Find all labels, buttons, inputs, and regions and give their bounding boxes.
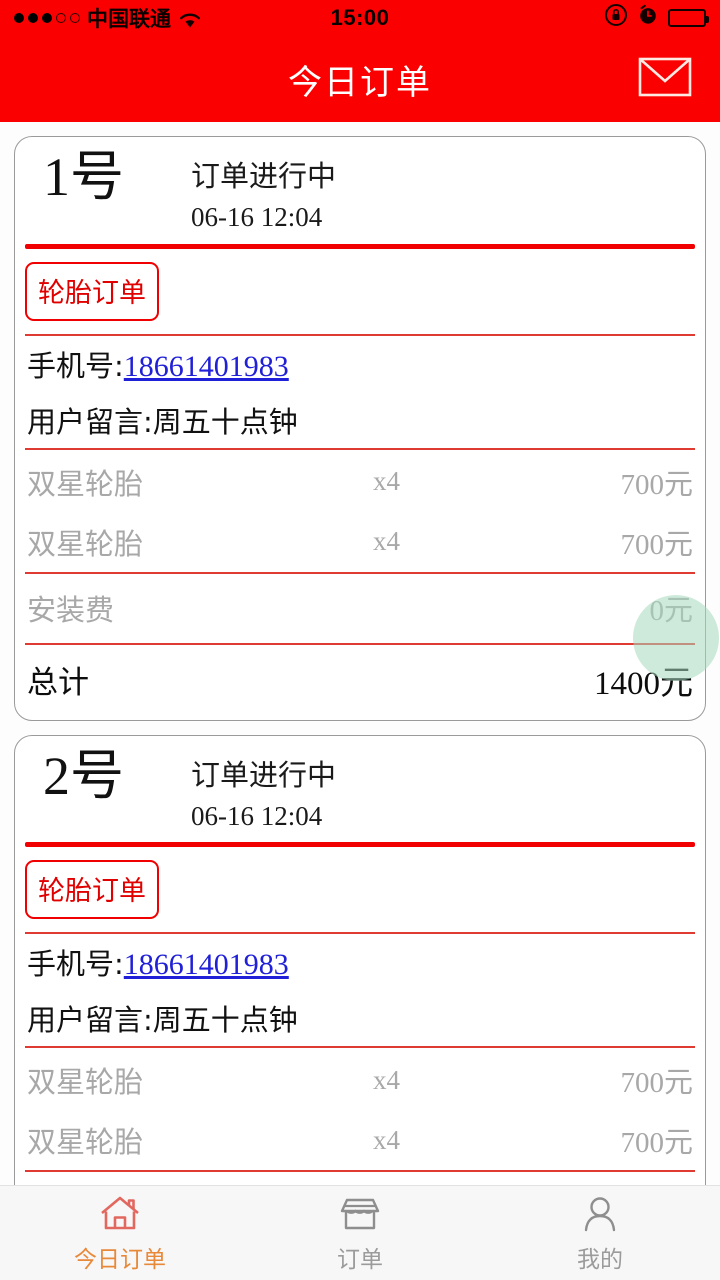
order-type-badge[interactable]: 轮胎订单 [25, 860, 159, 920]
phone-link[interactable]: 18661401983 [124, 948, 289, 981]
item-quantity: x4 [373, 466, 400, 497]
order-note-line: 用户留言:周五十点钟 [25, 392, 695, 448]
rotation-lock-icon [604, 3, 628, 33]
order-item-row: 双星轮胎 x4 700元 [25, 1050, 695, 1110]
item-name: 双星轮胎 [27, 526, 144, 561]
note-label: 用户留言: [27, 404, 153, 439]
order-items: 双星轮胎 x4 700元 双星轮胎 x4 700元 [25, 450, 695, 572]
order-card[interactable]: 2号 订单进行中 06-16 12:04 轮胎订单 手机号:1866140198… [14, 734, 706, 1185]
order-items: 双星轮胎 x4 700元 双星轮胎 x4 700元 [25, 1048, 695, 1170]
alarm-clock-icon [637, 4, 659, 32]
tab-profile[interactable]: 我的 [480, 1193, 720, 1274]
item-price: 700元 [620, 1127, 693, 1160]
item-price: 700元 [620, 1067, 693, 1100]
order-item-row: 双星轮胎 x4 700元 [25, 452, 695, 512]
order-note-line: 用户留言:周五十点钟 [25, 990, 695, 1046]
note-value: 周五十点钟 [152, 1003, 298, 1038]
tab-label: 今日订单 [74, 1246, 166, 1273]
item-price: 700元 [620, 528, 693, 561]
install-fee-value: 0元 [649, 594, 693, 627]
item-quantity: x4 [373, 1124, 400, 1155]
phone-label: 手机号: [27, 947, 124, 982]
order-phone-line: 手机号:18661401983 [25, 934, 695, 990]
tab-today-orders[interactable]: 今日订单 [0, 1193, 240, 1274]
order-status: 订单进行中 [191, 757, 337, 792]
install-fee-row: 安装费 0元 [25, 1172, 695, 1185]
app-header: 今日订单 [0, 36, 720, 122]
envelope-icon [638, 57, 692, 102]
order-status-block: 订单进行中 06-16 12:04 [191, 748, 336, 837]
order-item-row: 双星轮胎 x4 700元 [25, 1110, 695, 1170]
order-time: 06-16 12:04 [191, 800, 323, 831]
item-name: 双星轮胎 [27, 466, 144, 501]
page-title: 今日订单 [288, 62, 432, 103]
phone-link[interactable]: 18661401983 [124, 350, 289, 383]
status-bar: 中国联通 15:00 [0, 0, 720, 36]
order-total-row: 总计 1400元 [25, 645, 695, 712]
total-value: 1400元 [594, 665, 693, 702]
order-status: 订单进行中 [191, 159, 337, 193]
total-label: 总计 [27, 665, 89, 702]
item-quantity: x4 [373, 1064, 400, 1095]
item-name: 双星轮胎 [27, 1065, 144, 1100]
item-name: 双星轮胎 [27, 1125, 144, 1160]
order-type-row: 轮胎订单 [25, 249, 695, 334]
order-item-row: 双星轮胎 x4 700元 [25, 512, 695, 572]
bottom-navigation: 今日订单 订单 我的 [0, 1185, 720, 1280]
order-number: 2号 [43, 745, 124, 806]
order-status-block: 订单进行中 06-16 12:04 [191, 149, 336, 238]
item-quantity: x4 [373, 526, 400, 557]
tab-label: 我的 [577, 1246, 623, 1273]
message-button[interactable] [636, 57, 694, 101]
order-list[interactable]: 1号 订单进行中 06-16 12:04 轮胎订单 手机号:1866140198… [0, 122, 720, 1185]
app-screen: 中国联通 15:00 今日订单 1号 订单进行中 06-16 12:04 轮胎订… [0, 0, 720, 1280]
battery-icon [668, 9, 709, 27]
order-type-badge[interactable]: 轮胎订单 [25, 261, 159, 321]
order-number: 1号 [43, 147, 124, 207]
order-phone-line: 手机号:18661401983 [25, 336, 695, 392]
note-value: 周五十点钟 [152, 404, 298, 439]
order-time: 06-16 12:04 [191, 202, 323, 233]
status-bar-right [604, 3, 709, 33]
home-icon [98, 1193, 142, 1235]
install-fee-row: 安装费 0元 [25, 574, 695, 643]
order-type-row: 轮胎订单 [25, 847, 695, 932]
note-label: 用户留言: [27, 1003, 153, 1038]
phone-label: 手机号: [27, 348, 124, 383]
order-card-header: 1号 订单进行中 06-16 12:04 [25, 137, 695, 242]
person-icon [578, 1193, 622, 1235]
item-price: 700元 [620, 468, 693, 501]
tab-label: 订单 [337, 1246, 383, 1273]
order-card-header: 2号 订单进行中 06-16 12:04 [25, 736, 695, 841]
tab-orders[interactable]: 订单 [240, 1193, 480, 1274]
order-card[interactable]: 1号 订单进行中 06-16 12:04 轮胎订单 手机号:1866140198… [14, 136, 706, 721]
install-fee-label: 安装费 [27, 592, 115, 627]
store-icon [338, 1193, 382, 1235]
